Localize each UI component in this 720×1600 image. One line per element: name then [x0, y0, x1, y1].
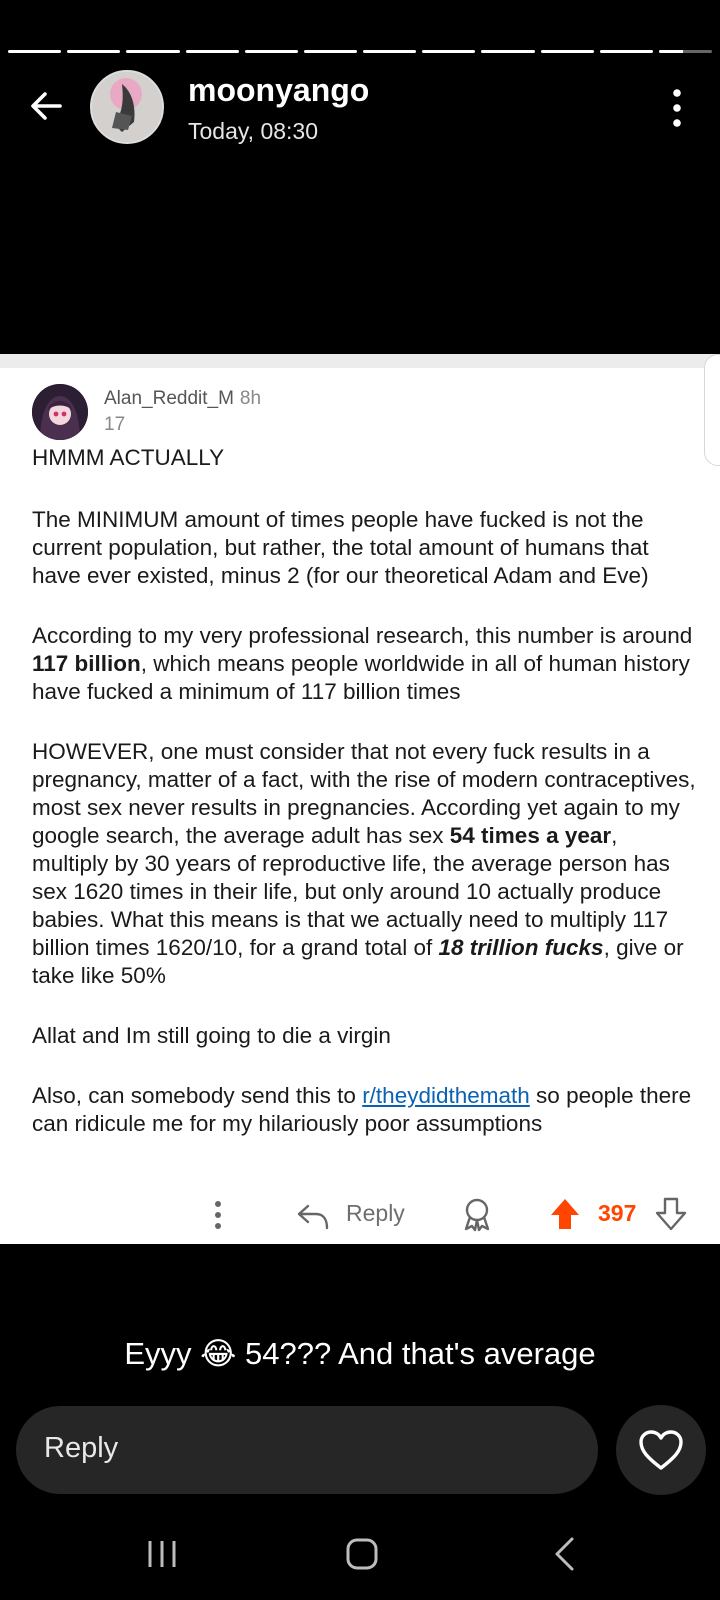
progress-segment [540, 50, 594, 53]
more-vertical-icon[interactable] [672, 88, 682, 128]
text-run: Also, can somebody send this to [32, 1083, 363, 1108]
system-navbar [0, 1530, 720, 1580]
card-top-border [0, 354, 720, 368]
back-icon[interactable] [552, 1536, 576, 1572]
back-arrow-icon[interactable] [26, 86, 66, 126]
progress-segment [185, 50, 239, 53]
progress-segment [8, 50, 62, 53]
avatar[interactable] [90, 70, 164, 144]
progress-segment [599, 50, 653, 53]
reply-button[interactable]: Reply [346, 1200, 405, 1227]
reply-input[interactable]: Reply [16, 1406, 598, 1494]
comment-paragraph: HMMM ACTUALLY [32, 444, 698, 472]
bold-text: 54 times a year [449, 823, 612, 848]
bold-text: 18 trillion fucks [438, 935, 604, 960]
reply-arrow-icon[interactable] [296, 1198, 330, 1232]
commenter-avatar [32, 384, 88, 440]
story-progress [8, 50, 713, 53]
comment-paragraph: According to my very professional resear… [32, 622, 698, 706]
text-run: The MINIMUM amount of times people have … [32, 507, 649, 588]
comment-body: HMMM ACTUALLY The MINIMUM amount of times… [32, 444, 698, 1170]
recent-apps-icon[interactable] [146, 1538, 178, 1570]
like-button[interactable] [616, 1405, 706, 1495]
progress-segment [303, 50, 358, 53]
username[interactable]: moonyango [188, 72, 369, 109]
progress-segment [363, 50, 417, 53]
comment-author[interactable]: Alan_Reddit_M 8h [104, 388, 261, 410]
text-run: Allat and Im still going to die a virgin [32, 1023, 391, 1048]
comment-paragraph: The MINIMUM amount of times people have … [32, 506, 698, 590]
more-vertical-icon[interactable] [208, 1200, 228, 1230]
bold-text: 117 billion [32, 651, 141, 676]
comment-paragraph: Also, can somebody send this to r/theydi… [32, 1082, 698, 1138]
progress-segment [658, 50, 713, 53]
subreddit-link[interactable]: r/theydidthemath [362, 1083, 530, 1108]
progress-segment [481, 50, 535, 53]
home-icon[interactable] [344, 1536, 380, 1572]
progress-segment [126, 50, 180, 53]
heart-icon [639, 1430, 683, 1470]
card-edge [704, 354, 720, 466]
timestamp: Today, 08:30 [188, 118, 319, 144]
progress-segment [244, 50, 298, 53]
award-icon[interactable] [460, 1196, 494, 1232]
comment-card: Alan_Reddit_M 8h 17 HMMM ACTUALLY The MINI… [0, 354, 720, 1244]
upvote-icon[interactable] [548, 1196, 582, 1232]
comment-age: 8h [239, 388, 262, 409]
progress-segment [422, 50, 476, 53]
vote-score: 397 [598, 1200, 637, 1226]
downvote-icon[interactable] [654, 1196, 688, 1232]
text-run: According to my very professional resear… [32, 623, 693, 648]
progress-segment [67, 50, 121, 53]
comment-paragraph: HOWEVER, one must consider that not ever… [32, 738, 698, 990]
comment-karma: 17 [104, 414, 126, 435]
story-caption: Eyyy 😂 54??? And that's average [124, 1336, 596, 1371]
comment-actions: Reply 397 [0, 1188, 720, 1238]
story-header: moonyango Today, 08:30 [0, 70, 720, 146]
comment-paragraph: Allat and Im still going to die a virgin [32, 1022, 698, 1050]
reply-placeholder: Reply [44, 1432, 119, 1464]
text-run: HMMM ACTUALLY [32, 445, 225, 470]
